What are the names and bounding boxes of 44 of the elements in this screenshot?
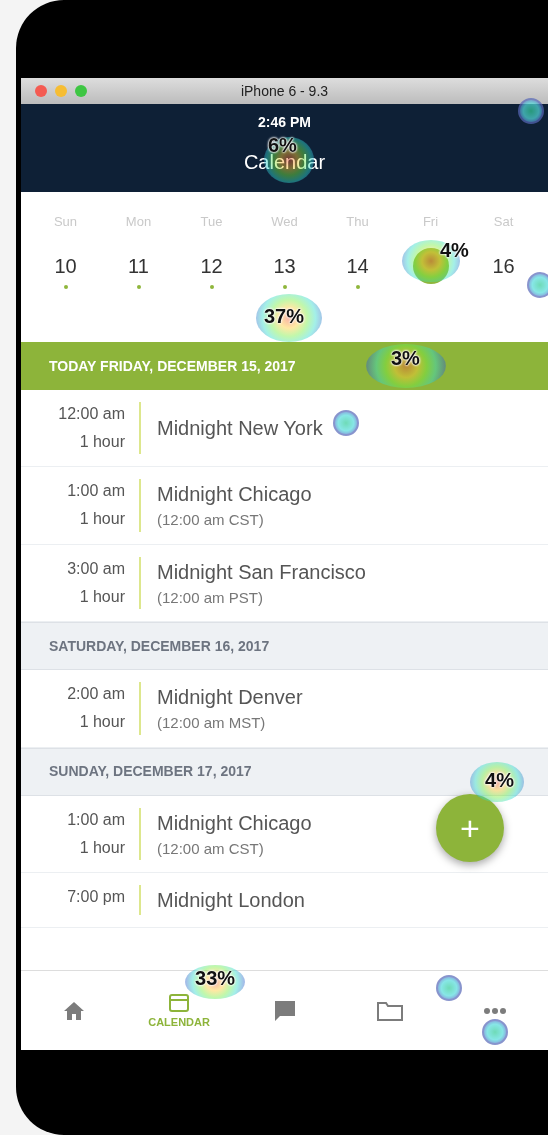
heatmap-percentage: 3%	[391, 348, 420, 368]
window-title: iPhone 6 - 9.3	[240, 81, 329, 101]
event-time: 1:00 am	[66, 809, 125, 830]
day-number[interactable]: 10	[47, 247, 84, 284]
event-title[interactable]: Midnight Denver	[157, 682, 303, 712]
more-icon	[483, 1006, 508, 1015]
event-title[interactable]: Midnight New York	[157, 413, 323, 443]
event-subtitle: (12:00 am CST)	[157, 510, 265, 530]
event-duration: 1 hour	[78, 509, 125, 529]
day-number[interactable]: 12	[193, 247, 230, 284]
event-duration: 1 hour	[78, 837, 125, 858]
event-time: 1:00 am	[66, 481, 125, 501]
event-time: 2:00 am	[66, 684, 125, 704]
heatmap-percentage: 37%	[264, 306, 305, 326]
event-duration: 1 hour	[78, 712, 125, 732]
day-number[interactable]: 16	[485, 247, 522, 284]
event-title[interactable]: Midnight Chicago	[157, 479, 312, 509]
event-time: 3:00 am	[66, 558, 125, 579]
day-header: SUNDAY, DECEMBER 17, 2017	[49, 762, 252, 781]
event-title[interactable]: Midnight Chicago	[157, 807, 312, 838]
event-duration: 1 hour	[78, 586, 125, 607]
event-subtitle: (12:00 am MST)	[157, 713, 267, 733]
day-number[interactable]: 14	[339, 247, 376, 284]
heatmap-percentage: 4%	[440, 240, 469, 260]
event-duration: 1 hour	[78, 432, 125, 452]
folder-icon	[375, 999, 404, 1022]
event-title[interactable]: Midnight London	[157, 885, 305, 915]
day-header: SATURDAY, DECEMBER 16, 2017	[49, 636, 270, 656]
day-number[interactable]: 11	[120, 247, 157, 284]
status-time: 2:46 PM	[258, 113, 311, 132]
event-time: 7:00 pm	[66, 887, 125, 907]
today-header: TODAY FRIDAY, DECEMBER 15, 2017	[49, 356, 296, 376]
event-subtitle: (12:00 am CST)	[157, 838, 265, 859]
day-number[interactable]: 13	[266, 247, 303, 284]
event-subtitle: (12:00 am PST)	[157, 587, 264, 608]
window-control-icon[interactable]	[35, 85, 47, 97]
event-title[interactable]: Midnight San Francisco	[157, 556, 366, 587]
heatmap-percentage: 4%	[485, 770, 514, 790]
heatmap-percentage: 33%	[195, 968, 236, 988]
event-time: 12:00 am	[57, 404, 125, 424]
chat-icon	[272, 998, 297, 1023]
home-icon	[62, 1000, 85, 1021]
heatmap-blob	[470, 762, 524, 802]
heatmap-blob	[185, 965, 246, 999]
